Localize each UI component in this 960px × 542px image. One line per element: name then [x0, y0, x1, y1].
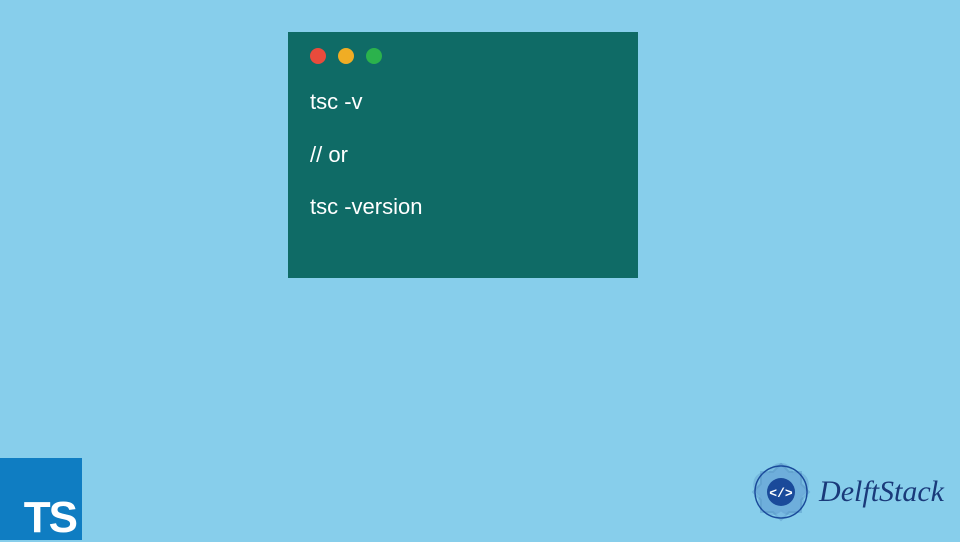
- close-dot-icon: [310, 48, 326, 64]
- svg-text:</>: </>: [769, 486, 793, 501]
- minimize-dot-icon: [338, 48, 354, 64]
- typescript-badge: TS: [0, 458, 82, 540]
- brand-name: DelftStack: [819, 475, 944, 509]
- terminal-window: tsc -v // or tsc -version: [288, 32, 638, 278]
- code-line: tsc -version: [310, 193, 616, 222]
- maximize-dot-icon: [366, 48, 382, 64]
- brand-logo-icon: </>: [749, 460, 813, 524]
- window-controls: [310, 48, 616, 64]
- code-line: // or: [310, 141, 616, 170]
- typescript-badge-label: TS: [24, 496, 76, 540]
- brand: </> DelftStack: [749, 460, 944, 524]
- code-line: tsc -v: [310, 88, 616, 117]
